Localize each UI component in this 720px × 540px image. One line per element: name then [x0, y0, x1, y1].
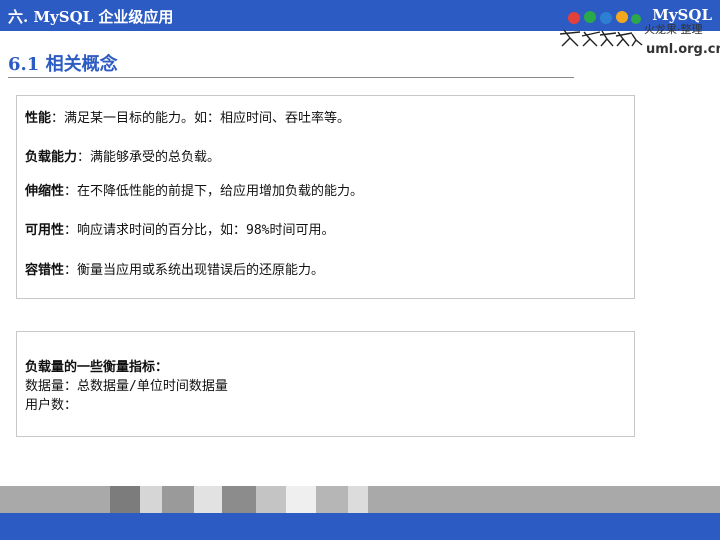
people-figures-icon — [559, 11, 643, 47]
section-heading: 6.1 相关概念 — [8, 54, 118, 75]
logo: 火龙果·整理 uml.org.cn — [556, 8, 720, 66]
definition-item: 伸缩性：在不降低性能的前提下，给应用增加负载的能力。 — [25, 184, 364, 199]
metrics-heading: 负载量的一些衡量指标： — [25, 360, 169, 375]
definition-text: 衡量当应用或系统出现错误后的还原能力。 — [77, 263, 325, 278]
definition-term: 性能 — [25, 111, 52, 126]
definition-text: 响应请求时间的百分比，如：98%时间可用。 — [77, 223, 335, 238]
definition-term: 伸缩性 — [25, 184, 65, 199]
heading-divider — [8, 77, 574, 78]
definition-text: 满能够承受的总负载。 — [90, 150, 221, 165]
footer-blue-bar — [0, 513, 720, 540]
definitions-panel: 性能：满足某一目标的能力。如：相应时间、吞吐率等。 负载能力：满能够承受的总负载… — [16, 95, 635, 299]
footer-banner — [0, 486, 720, 540]
definition-text: 在不降低性能的前提下，给应用增加负载的能力。 — [77, 184, 364, 199]
definition-item: 容错性：衡量当应用或系统出现错误后的还原能力。 — [25, 263, 325, 278]
metrics-line: 数据量：总数据量/单位时间数据量 — [25, 379, 228, 394]
definition-term: 容错性 — [25, 263, 65, 278]
logo-tagline: 火龙果·整理 — [644, 23, 703, 36]
definition-text: 满足某一目标的能力。如：相应时间、吞吐率等。 — [64, 111, 351, 126]
definition-term: 可用性 — [25, 223, 65, 238]
slide-title: 六. MySQL 企业级应用 — [8, 8, 174, 26]
metrics-panel: 负载量的一些衡量指标： 数据量：总数据量/单位时间数据量 用户数： — [16, 331, 635, 437]
definition-item: 可用性：响应请求时间的百分比，如：98%时间可用。 — [25, 223, 335, 238]
metrics-line: 用户数： — [25, 398, 78, 413]
footer-image-strip — [0, 486, 720, 513]
logo-site: uml.org.cn — [646, 42, 720, 57]
definition-term: 负载能力 — [25, 150, 78, 165]
definition-item: 性能：满足某一目标的能力。如：相应时间、吞吐率等。 — [25, 111, 351, 126]
definition-item: 负载能力：满能够承受的总负载。 — [25, 150, 221, 165]
